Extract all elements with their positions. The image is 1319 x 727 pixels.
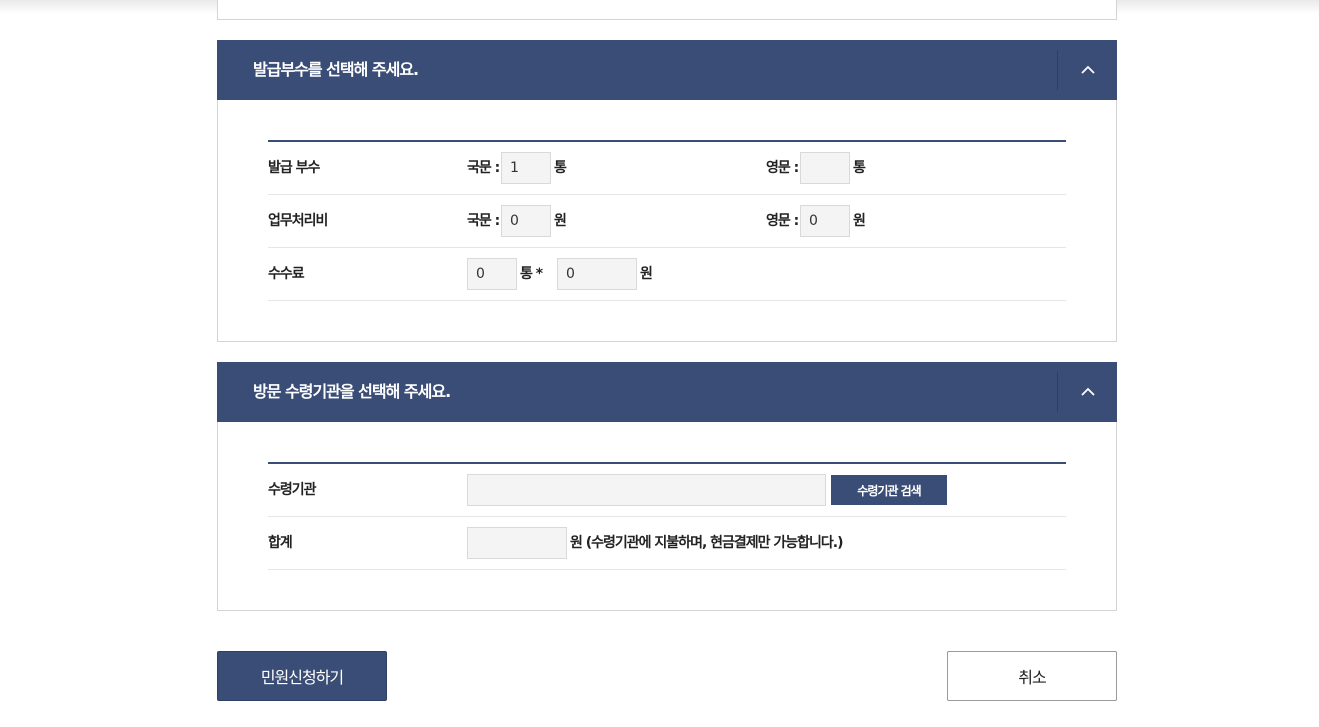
- copies-label: 발급 부수: [268, 160, 320, 176]
- english-copies-unit: 통: [853, 160, 866, 176]
- total-note: 원 (수령기관에 지불하며, 현금결제만 가능합니다.): [570, 535, 844, 551]
- previous-panel-bottom: [217, 0, 1117, 20]
- agency-input[interactable]: [467, 474, 826, 506]
- agency-search-button[interactable]: 수령기관 검색: [831, 475, 947, 505]
- handling-fee-label: 업무처리비: [268, 213, 328, 229]
- total-input[interactable]: [467, 527, 567, 559]
- chevron-up-icon: [1080, 387, 1095, 396]
- copies-form-table: 발급 부수 국문 : 통 영문 : 통 업무처리비 국문 : 원 영문 : 원 …: [268, 140, 1066, 301]
- agency-panel-title: 방문 수령기관을 선택해 주세요.: [253, 382, 451, 401]
- agency-label: 수령기관: [268, 482, 317, 498]
- copies-panel-header: 발급부수를 선택해 주세요.: [217, 40, 1117, 100]
- fee-label: 수수료: [268, 266, 305, 282]
- total-label: 합계: [268, 535, 293, 551]
- korean-fee-label: 국문 :: [467, 213, 500, 229]
- copies-panel-body: 발급 부수 국문 : 통 영문 : 통 업무처리비 국문 : 원 영문 : 원 …: [217, 100, 1117, 342]
- english-fee-unit: 원: [853, 213, 866, 229]
- agency-row: 수령기관 수령기관 검색: [268, 464, 1066, 517]
- english-fee-label: 영문 :: [766, 213, 799, 229]
- fee-row: 수수료 통 * 원: [268, 248, 1066, 301]
- collapse-toggle-copies[interactable]: [1058, 40, 1117, 100]
- english-copies-label: 영문 :: [766, 160, 799, 176]
- korean-copies-label: 국문 :: [467, 160, 500, 176]
- fee-count-unit: 통 *: [520, 266, 543, 282]
- english-fee-input[interactable]: [800, 205, 850, 237]
- collapse-toggle-agency[interactable]: [1058, 362, 1117, 422]
- english-copies-input[interactable]: [800, 152, 850, 184]
- copies-panel-title: 발급부수를 선택해 주세요.: [253, 60, 419, 79]
- korean-fee-input[interactable]: [501, 205, 551, 237]
- agency-panel-body: 수령기관 수령기관 검색 합계 원 (수령기관에 지불하며, 현금결제만 가능합…: [217, 422, 1117, 611]
- fee-amount-input[interactable]: [557, 258, 637, 290]
- cancel-button[interactable]: 취소: [947, 651, 1117, 701]
- total-row: 합계 원 (수령기관에 지불하며, 현금결제만 가능합니다.): [268, 517, 1066, 570]
- fee-amount-unit: 원: [640, 266, 653, 282]
- chevron-up-icon: [1080, 65, 1095, 74]
- copies-row: 발급 부수 국문 : 통 영문 : 통: [268, 142, 1066, 195]
- korean-fee-unit: 원: [554, 213, 567, 229]
- agency-form-table: 수령기관 수령기관 검색 합계 원 (수령기관에 지불하며, 현금결제만 가능합…: [268, 462, 1066, 570]
- handling-fee-row: 업무처리비 국문 : 원 영문 : 원: [268, 195, 1066, 248]
- korean-copies-unit: 통: [554, 160, 567, 176]
- agency-panel-header: 방문 수령기관을 선택해 주세요.: [217, 362, 1117, 422]
- submit-application-button[interactable]: 민원신청하기: [217, 651, 387, 701]
- korean-copies-input[interactable]: [501, 152, 551, 184]
- fee-count-input[interactable]: [467, 258, 517, 290]
